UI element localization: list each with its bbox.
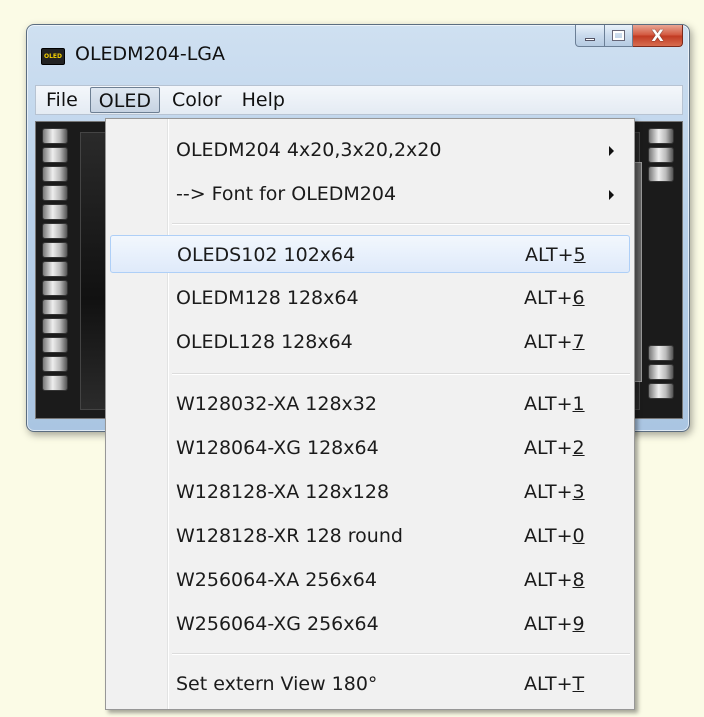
menu-item-oledl128[interactable]: OLEDL128 128x64 ALT+7 (110, 323, 630, 361)
menu-item-label: W256064-XA 256x64 (176, 569, 377, 591)
submenu-arrow-icon (609, 146, 614, 156)
connector-pins-left (42, 128, 70, 394)
menu-oled[interactable]: OLED (89, 87, 160, 113)
menu-separator (172, 373, 630, 375)
menu-item-w128032-xa[interactable]: W128032-XA 128x32 ALT+1 (110, 385, 630, 423)
menu-separator (172, 223, 630, 225)
menu-item-oleds102[interactable]: OLEDS102 102x64 ALT+5 (110, 235, 630, 273)
oled-dropdown-menu: OLEDM204 4x20,3x20,2x20 --> Font for OLE… (105, 118, 635, 710)
close-icon: X (651, 26, 664, 45)
menu-color[interactable]: Color (162, 87, 232, 113)
title-bar[interactable]: OLED OLEDM204-LGA X (27, 25, 689, 83)
menu-item-label: W128032-XA 128x32 (176, 393, 377, 415)
menu-item-shortcut: ALT+T (524, 673, 585, 695)
menu-item-label: OLEDL128 128x64 (176, 331, 353, 353)
menu-file[interactable]: File (36, 87, 88, 113)
menu-item-shortcut: ALT+0 (524, 525, 585, 547)
menu-item-label: OLEDM128 128x64 (176, 287, 359, 309)
window-title: OLEDM204-LGA (75, 43, 225, 65)
menu-item-label: Set extern View 180° (176, 673, 378, 695)
menu-item-font-oledm204[interactable]: --> Font for OLEDM204 (110, 175, 630, 213)
connector-pins-right (648, 128, 676, 402)
maximize-icon (612, 30, 625, 41)
menu-item-w256064-xg[interactable]: W256064-XG 256x64 ALT+9 (110, 605, 630, 643)
menu-item-shortcut: ALT+2 (524, 437, 585, 459)
submenu-arrow-icon (609, 190, 614, 200)
menu-item-shortcut: ALT+1 (524, 393, 585, 415)
caption-buttons: X (575, 25, 683, 47)
menu-item-w128064-xg[interactable]: W128064-XG 128x64 ALT+2 (110, 429, 630, 467)
app-oled-icon[interactable]: OLED (41, 48, 65, 65)
menu-item-label: W128128-XA 128x128 (176, 481, 390, 503)
menu-bar: File OLED Color Help (35, 85, 683, 115)
menu-item-label: OLEDM204 4x20,3x20,2x20 (176, 139, 442, 161)
menu-item-shortcut: ALT+6 (524, 287, 585, 309)
menu-item-label: W128128-XR 128 round (176, 525, 403, 547)
minimize-icon (585, 38, 595, 41)
menu-item-label: W256064-XG 256x64 (176, 613, 379, 635)
menu-item-oledm128[interactable]: OLEDM128 128x64 ALT+6 (110, 279, 630, 317)
menu-item-label: --> Font for OLEDM204 (176, 183, 397, 205)
menu-item-shortcut: ALT+5 (525, 244, 586, 266)
menu-item-shortcut: ALT+3 (524, 481, 585, 503)
menu-item-label: W128064-XG 128x64 (176, 437, 379, 459)
menu-item-w128128-xa[interactable]: W128128-XA 128x128 ALT+3 (110, 473, 630, 511)
menu-separator (172, 653, 630, 655)
menu-help[interactable]: Help (232, 87, 295, 113)
close-button[interactable]: X (633, 25, 683, 47)
menu-item-shortcut: ALT+8 (524, 569, 585, 591)
menu-item-oledm204[interactable]: OLEDM204 4x20,3x20,2x20 (110, 131, 630, 169)
menu-item-w256064-xa[interactable]: W256064-XA 256x64 ALT+8 (110, 561, 630, 599)
menu-item-w128128-xr[interactable]: W128128-XR 128 round ALT+0 (110, 517, 630, 555)
menu-item-shortcut: ALT+9 (524, 613, 585, 635)
minimize-button[interactable] (575, 25, 605, 47)
menu-item-set-extern-view[interactable]: Set extern View 180° ALT+T (110, 665, 630, 703)
maximize-button[interactable] (605, 25, 633, 47)
menu-item-shortcut: ALT+7 (524, 331, 585, 353)
menu-item-label: OLEDS102 102x64 (177, 244, 356, 266)
